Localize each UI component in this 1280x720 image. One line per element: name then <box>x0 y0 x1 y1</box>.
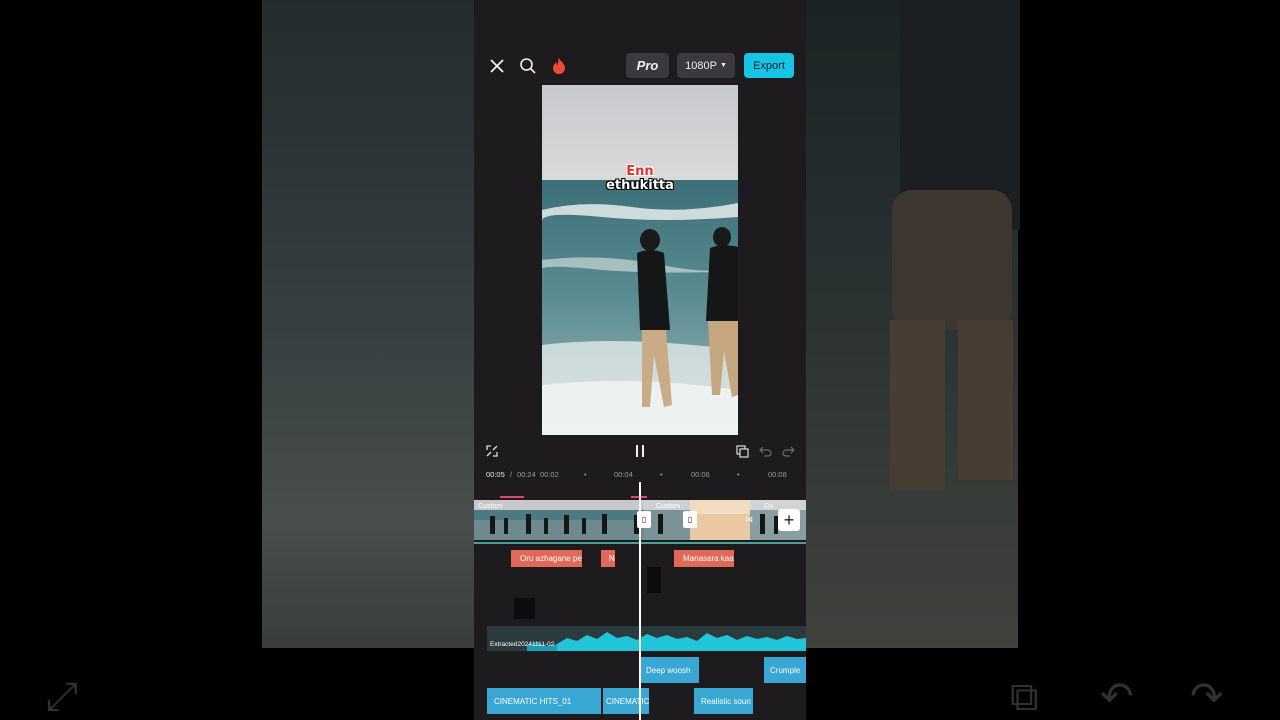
background-blur-left <box>262 0 474 648</box>
chevron-down-icon: ▼ <box>719 62 727 69</box>
tick-label: 00:02 <box>540 470 559 479</box>
transition-icon[interactable]: ⋈ <box>742 511 756 528</box>
tick-label: 00:06 <box>691 470 710 479</box>
text-clip[interactable]: N <box>601 550 615 567</box>
sfx-clip[interactable]: Crumple <box>764 657 806 683</box>
clip-label: Custom <box>478 503 503 510</box>
video-preview[interactable]: Enn ethukitta <box>542 85 738 435</box>
sfx-clip[interactable]: Deep woosh <box>639 657 699 683</box>
overlay-clip[interactable] <box>514 598 535 619</box>
redo-icon[interactable] <box>780 441 796 461</box>
fullscreen-icon[interactable] <box>484 441 500 461</box>
total-time: 00:24 <box>517 470 536 479</box>
marker <box>500 496 524 498</box>
text-clip[interactable]: Oru azhagane pe <box>511 550 582 567</box>
keyframe-icon[interactable] <box>734 441 750 461</box>
caption-line-1: Enn <box>626 164 654 179</box>
resolution-dropdown[interactable]: 1080P ▼ <box>677 53 735 78</box>
background-redo-icon: ↷ <box>1190 675 1224 719</box>
background-expand-icon: ⤢ <box>46 675 78 719</box>
playhead[interactable] <box>639 482 641 720</box>
tick-dot: • <box>660 470 663 479</box>
audio-label: Extracted20241111-02 <box>490 641 555 648</box>
pro-badge[interactable]: Pro <box>626 53 669 78</box>
pause-icon[interactable] <box>632 441 648 461</box>
editor-panel: Pro 1080P ▼ Export Enn ethukitta 00:05 /… <box>474 0 806 720</box>
tick-dot: • <box>737 470 740 479</box>
transition-button[interactable]: ▯ <box>683 511 697 528</box>
search-icon[interactable] <box>516 54 540 78</box>
playback-controls <box>474 441 806 461</box>
background-copy-icon: ⧉ <box>1010 675 1039 719</box>
overlay-clip[interactable] <box>647 567 661 593</box>
background-undo-icon: ↶ <box>1100 675 1134 719</box>
resolution-label: 1080P <box>685 59 717 72</box>
undo-icon[interactable] <box>757 441 773 461</box>
add-clip-button[interactable]: + <box>778 509 800 531</box>
fire-icon[interactable] <box>547 54 571 78</box>
tick-label: 00:08 <box>768 470 787 479</box>
preview-frame <box>542 85 738 435</box>
video-clip-3[interactable] <box>690 500 750 540</box>
clip-label: Custom <box>656 503 681 510</box>
tick-dot: • <box>584 470 587 479</box>
sfx-clip[interactable]: CINEMATIC HITS_01 <box>487 688 601 714</box>
current-time: 00:05 <box>486 470 505 479</box>
sfx-clip[interactable]: Realistic soun <box>694 688 753 714</box>
close-icon[interactable] <box>485 54 509 78</box>
export-button[interactable]: Export <box>744 53 794 78</box>
time-separator: / <box>510 470 513 479</box>
top-bar: Pro 1080P ▼ Export <box>474 52 806 80</box>
background-person-silhouette <box>890 0 1020 490</box>
caption-overlay[interactable]: Enn ethukitta <box>542 165 738 193</box>
caption-line-2: ethukitta <box>606 178 674 193</box>
tick-label: 00:04 <box>614 470 633 479</box>
clip-label: Cu <box>764 503 773 510</box>
time-ruler[interactable]: 00:05 / 00:24 00:02 • 00:04 • 00:06 • 00… <box>474 466 806 482</box>
text-clip[interactable]: Manasara kaa <box>674 550 734 567</box>
sfx-clip[interactable]: CINEMATIC <box>603 688 649 714</box>
